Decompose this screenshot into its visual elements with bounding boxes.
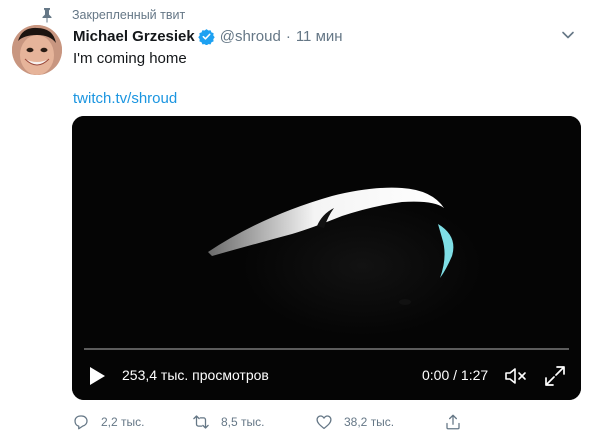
tweet: Michael Grzesiek @shroud · 11 мин I'm co… (73, 26, 581, 110)
video-player[interactable]: 253,4 тыс. просмотров 0:00 / 1:27 (72, 116, 581, 400)
tweet-header: Michael Grzesiek @shroud · 11 мин (73, 26, 581, 46)
heart-icon (316, 415, 332, 430)
retweet-icon (193, 415, 209, 429)
verified-icon (198, 28, 215, 45)
pinned-label: Закрепленный твит (72, 8, 186, 22)
video-timer: 0:00 / 1:27 (422, 367, 489, 383)
share-button[interactable] (444, 412, 462, 432)
like-button[interactable]: 38,2 тыс. (315, 412, 394, 432)
reply-button[interactable]: 2,2 тыс. (72, 412, 144, 432)
avatar-image (12, 25, 62, 75)
video-controls: 253,4 тыс. просмотров 0:00 / 1:27 (72, 362, 581, 390)
tweet-link[interactable]: twitch.tv/shroud (73, 90, 581, 110)
video-views: 253,4 тыс. просмотров (122, 367, 269, 383)
video-progress-bar[interactable] (84, 348, 569, 350)
like-count: 38,2 тыс. (344, 415, 395, 429)
reply-count: 2,2 тыс. (101, 415, 145, 429)
tweet-text: I'm coming home (73, 50, 187, 67)
volume-muted-icon[interactable] (504, 366, 528, 386)
author-name[interactable]: Michael Grzesiek (73, 28, 195, 45)
reply-icon (74, 415, 88, 430)
separator-dot: · (285, 27, 291, 45)
tweet-time[interactable]: 11 мин (296, 28, 343, 45)
share-icon (446, 414, 460, 430)
retweet-button[interactable]: 8,5 тыс. (192, 412, 264, 432)
avatar[interactable] (12, 25, 62, 75)
fullscreen-icon[interactable] (544, 365, 566, 387)
chevron-down-icon[interactable] (561, 28, 575, 42)
pin-icon (42, 8, 52, 23)
retweet-count: 8,5 тыс. (221, 415, 265, 429)
video-frame (72, 116, 581, 400)
author-handle[interactable]: @shroud (220, 28, 281, 45)
tweet-actions: 2,2 тыс. 8,5 тыс. 38,2 тыс. (72, 412, 512, 432)
play-icon[interactable] (88, 366, 106, 386)
pinned-indicator: Закрепленный твит (40, 6, 185, 24)
